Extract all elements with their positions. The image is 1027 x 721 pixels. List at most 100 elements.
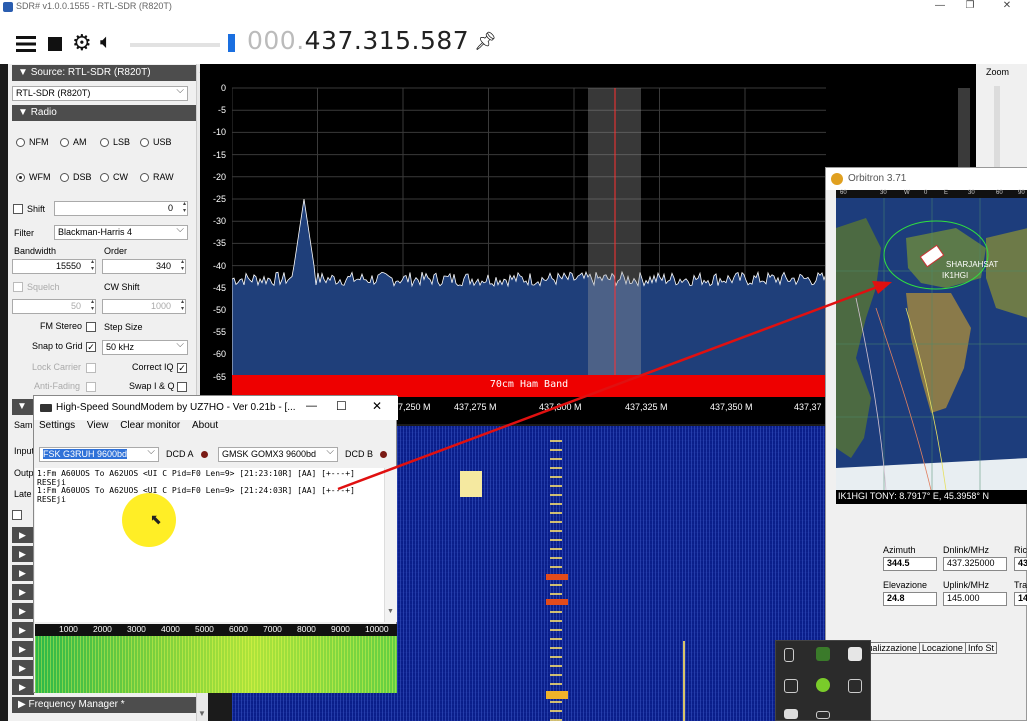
security-shield-icon[interactable] — [848, 647, 862, 661]
gear-icon[interactable]: ⚙ — [72, 30, 92, 56]
mode-radio-cw[interactable] — [100, 173, 109, 182]
waterfall-burst — [460, 471, 482, 497]
menu-about[interactable]: About — [192, 420, 218, 431]
shift-checkbox[interactable] — [13, 204, 23, 214]
mode-radio-dsb[interactable] — [60, 173, 69, 182]
source-header-label: Source: RTL-SDR (R820T) — [30, 67, 151, 78]
snap-to-grid-checkbox[interactable]: ✓ — [86, 342, 96, 352]
swap-iq-checkbox[interactable] — [177, 382, 187, 392]
snap-to-grid-label: Snap to Grid — [32, 341, 83, 351]
band-plan-bar[interactable]: 70cm Ham Band — [232, 375, 826, 397]
mode-radio-usb[interactable] — [140, 138, 149, 147]
source-select[interactable]: RTL-SDR (R820T) — [12, 86, 188, 101]
volume-slider[interactable] — [130, 43, 220, 47]
shift-input[interactable]: 0 — [54, 201, 188, 216]
mode-radio-wfm[interactable] — [16, 173, 25, 182]
frequency-manager-header[interactable]: ▶ Frequency Manager * — [12, 697, 198, 713]
spectrum-plot[interactable] — [232, 82, 826, 404]
partial-checkbox[interactable] — [12, 510, 22, 520]
source-header[interactable]: ▼ Source: RTL-SDR (R820T) — [12, 65, 198, 81]
stop-icon[interactable] — [48, 37, 62, 51]
plugin-expand-button[interactable]: ▶ — [12, 622, 34, 638]
squelch-checkbox[interactable] — [13, 282, 23, 292]
plugin-expand-button[interactable]: ▶ — [12, 679, 34, 695]
mode-label-wfm: WFM — [29, 172, 51, 182]
mode-radio-raw[interactable] — [140, 173, 149, 182]
log-line: 1:Fm A60UOS To A62UOS <UI C Pid=F0 Len=9… — [37, 486, 355, 495]
tab-info[interactable]: Info St — [964, 642, 997, 654]
close-icon[interactable]: ✕ — [992, 0, 1022, 14]
spectrum-svg — [232, 87, 826, 378]
scale-tick: 10000 — [365, 624, 389, 634]
y-tick-label: -30 — [212, 216, 226, 227]
y-tick-label: -35 — [212, 238, 226, 249]
orbitron-world-map[interactable]: SHARJAHSAT IK1HGI — [836, 198, 1027, 490]
system-tray-overflow — [775, 640, 871, 721]
soundmodem-menubar: Settings View Clear monitor About — [34, 420, 398, 436]
x-tick-label: 7,250 M — [398, 402, 431, 412]
log-line: RESEji — [37, 494, 66, 504]
correct-iq-checkbox[interactable]: ✓ — [177, 363, 187, 373]
lock-carrier-checkbox[interactable] — [86, 363, 96, 373]
scroll-down-icon[interactable]: ▼ — [387, 608, 394, 615]
mode-radio-am[interactable] — [60, 138, 69, 147]
audio-waterfall[interactable] — [35, 636, 397, 693]
frequency-manager-label: Frequency Manager * — [28, 699, 125, 710]
plugin-expand-button[interactable]: ▶ — [12, 603, 34, 619]
pin-icon[interactable]: 📌︎ — [474, 31, 497, 52]
anti-fading-label: Anti-Fading — [34, 381, 81, 391]
modem-a-select[interactable]: FSK G3RUH 9600bd — [39, 447, 159, 462]
plugin-expand-button[interactable]: ▶ — [12, 527, 34, 543]
check-icon[interactable] — [816, 678, 830, 692]
radio-header[interactable]: ▼ Radio — [12, 105, 198, 121]
bandwidth-input[interactable]: 15550 — [12, 259, 96, 274]
tab-locazione[interactable]: Locazione — [918, 642, 966, 654]
squelch-input[interactable]: 50 — [12, 299, 96, 314]
step-size-select[interactable]: 50 kHz — [102, 340, 188, 355]
elevation-label: Elevazione — [883, 580, 928, 590]
plugin-expand-button[interactable]: ▶ — [12, 660, 34, 676]
plugin-expand-button[interactable]: ▶ — [12, 641, 34, 657]
mode-radio-nfm[interactable] — [16, 138, 25, 147]
camera-icon[interactable] — [784, 709, 798, 719]
menu-view[interactable]: View — [87, 420, 109, 431]
mode-radio-lsb[interactable] — [100, 138, 109, 147]
scroll-down-icon[interactable]: ▼ — [198, 709, 206, 718]
frequency-display[interactable]: 000.437.315.587 — [247, 26, 469, 55]
anti-fading-checkbox[interactable] — [86, 382, 96, 392]
plugin-expand-button[interactable]: ▶ — [12, 546, 34, 562]
mute-icon[interactable] — [784, 679, 798, 693]
mode-label-dsb: DSB — [73, 172, 92, 182]
network-icon[interactable] — [848, 679, 862, 693]
volume-thumb[interactable] — [228, 34, 235, 52]
minimize-icon[interactable]: — — [925, 0, 955, 14]
log-scrollbar[interactable]: ▼ — [384, 468, 397, 622]
nvidia-icon[interactable] — [816, 647, 830, 661]
x-tick-label: 437,300 M — [539, 402, 582, 412]
audio-header[interactable]: ▼ — [12, 399, 34, 415]
close-icon[interactable]: ✕ — [372, 399, 382, 413]
minimize-icon[interactable]: — — [306, 400, 317, 412]
dcd-b-indicator — [380, 451, 387, 458]
cw-shift-input[interactable]: 1000 — [102, 299, 186, 314]
filter-select[interactable]: Blackman-Harris 4 — [54, 225, 188, 240]
maximize-icon[interactable]: ☐ — [336, 399, 347, 413]
waterfall-carrier-line — [683, 641, 685, 721]
fm-stereo-checkbox[interactable] — [86, 322, 96, 332]
maximize-icon[interactable]: ❐ — [955, 0, 985, 14]
menu-settings[interactable]: Settings — [39, 420, 75, 431]
order-input[interactable]: 340 — [102, 259, 186, 274]
plugin-expand-button[interactable]: ▶ — [12, 584, 34, 600]
speaker-icon[interactable]: 🔈︎ — [100, 31, 112, 54]
uplink-select[interactable]: 145.000 — [943, 592, 1007, 606]
cursor-highlight — [122, 493, 176, 547]
plugin-expand-button[interactable]: ▶ — [12, 565, 34, 581]
usb-icon[interactable] — [784, 648, 794, 662]
monitor-log[interactable]: 1:Fm A60UOS To A62UOS <UI C Pid=F0 Len=9… — [35, 468, 397, 622]
menu-icon[interactable] — [16, 36, 36, 52]
menu-clear-monitor[interactable]: Clear monitor — [120, 420, 180, 431]
modem-b-select[interactable]: GMSK GOMX3 9600bd — [218, 447, 338, 462]
dnlink-select[interactable]: 437.325000 — [943, 557, 1007, 571]
device-icon[interactable] — [816, 711, 830, 719]
lon-tick: 0 — [924, 190, 928, 196]
